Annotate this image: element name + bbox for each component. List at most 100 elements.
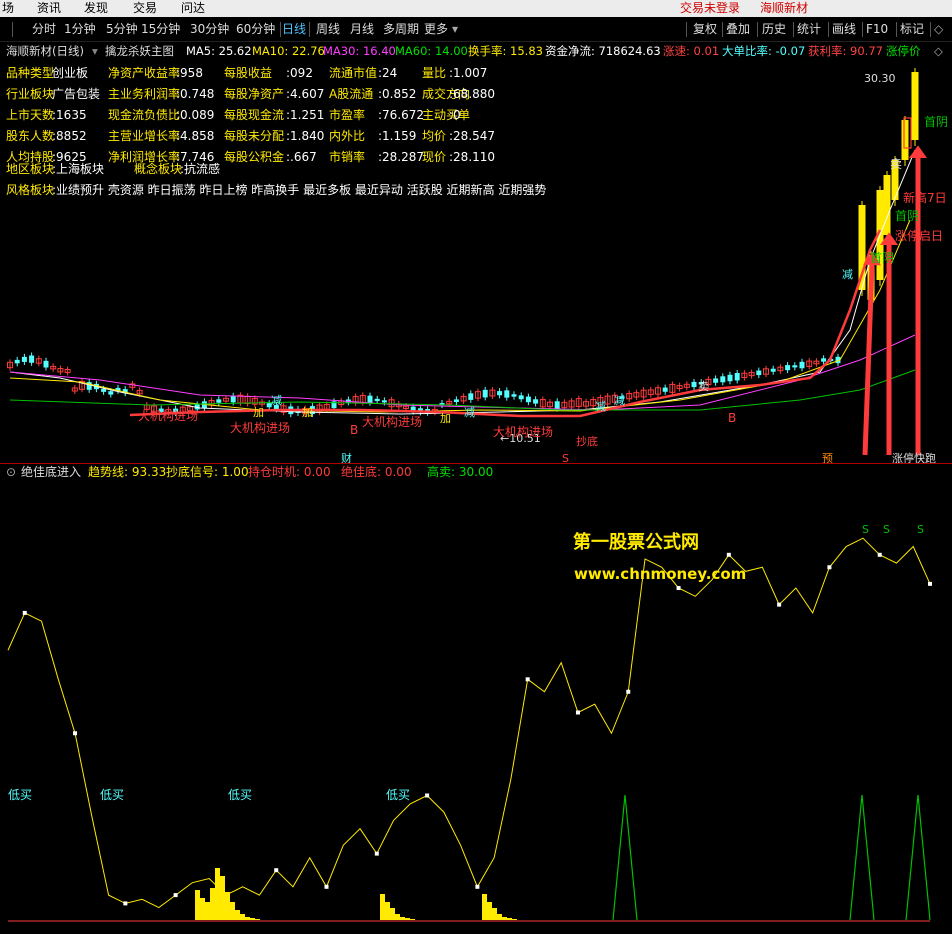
candle [756, 367, 762, 379]
candle [504, 387, 510, 401]
sub-chart[interactable]: 低买 低买 低买 低买 S S S [0, 480, 952, 934]
label-big-fund: 大机构进场 [138, 408, 198, 423]
toolbar-button[interactable]: 画线 [832, 18, 856, 41]
trend-point [324, 884, 329, 889]
candle [14, 356, 20, 367]
ma5-value: MA5: 25.62 [186, 44, 252, 58]
limit-price: 涨停价 [886, 44, 921, 58]
label-add: 加 [302, 406, 313, 419]
period-tab[interactable]: 30分钟 [190, 18, 229, 41]
sub-indicator-header: ⊙ 绝佳底进入 趋势线: 93.33 抄底信号: 1.00 持仓时机: 0.00… [0, 464, 952, 481]
period-tab[interactable]: 分时 [32, 18, 56, 41]
trend-point [425, 793, 430, 798]
trend-point [123, 901, 128, 906]
period-tab[interactable]: 1分钟 [64, 18, 96, 41]
label-big-fund: 大机构进场 [493, 424, 553, 439]
toolbar-separator [828, 22, 829, 37]
profit-ratio-value: 获利率: 90.77 [808, 44, 883, 58]
bottom-signal-bars [380, 894, 415, 920]
trend-point [173, 893, 178, 898]
toolbar-button[interactable]: 复权 [693, 18, 717, 41]
login-status[interactable]: 交易未登录 [680, 0, 740, 17]
candle [748, 369, 755, 379]
toolbar-separator [280, 22, 281, 37]
menu-item[interactable]: 交易 [133, 0, 157, 17]
toolbar-button[interactable]: 历史 [762, 18, 786, 41]
candle [640, 387, 647, 400]
speed-value: 涨速: 0.01 [663, 44, 720, 58]
toolbar-button[interactable]: F10 [866, 18, 888, 41]
bottom-signal-bars [482, 894, 517, 920]
menu-item[interactable]: 场 [2, 0, 14, 17]
turnover-value: 换手率: 15.83 [468, 44, 543, 58]
candle [316, 402, 323, 416]
label-add: 加 [440, 412, 451, 425]
sell-spike [612, 794, 638, 921]
trend-point [777, 602, 782, 607]
period-tab[interactable]: 60分钟 [236, 18, 275, 41]
menu-arrow-icon[interactable]: ◇ [934, 18, 943, 41]
main-chart[interactable]: 30.30←10.51首阴首阴首阴卖卖减减减减减加加加大机构进场大机构进场 大机构… [0, 60, 952, 464]
candle [901, 116, 909, 166]
toolbar-button[interactable]: 叠加 [726, 18, 750, 41]
candle [446, 398, 453, 407]
period-tab[interactable]: 15分钟 [141, 18, 180, 41]
ma30-value: MA30: 16.40 [323, 44, 396, 58]
period-tab[interactable]: 5分钟 [106, 18, 138, 41]
candle [683, 381, 690, 391]
candle [86, 379, 92, 393]
candle [533, 396, 539, 407]
label-big-fund: 大机构进场 [362, 414, 422, 429]
candle [763, 365, 769, 378]
label-first-yin: 首阴 [895, 209, 919, 223]
trend-point [525, 677, 530, 682]
label-first-yin: 首阴 [870, 251, 894, 265]
label-sell: 卖 [698, 380, 709, 393]
menu-bar: 场 资讯 发现 交易 问达 交易未登录 海顺新材 [0, 0, 952, 17]
label-bottom: 抄底 [576, 434, 598, 448]
price-high-label: 30.30 [864, 72, 896, 85]
period-tab[interactable]: 更多 [424, 18, 448, 41]
candle [770, 365, 776, 375]
menu-item[interactable]: 发现 [84, 0, 108, 17]
toolbar-button[interactable]: 统计 [797, 18, 821, 41]
candle [21, 353, 27, 365]
toolbar-button[interactable]: 标记 [900, 18, 924, 41]
trend-point [22, 610, 27, 615]
indicator-name[interactable]: 擒龙杀妖主图 [105, 42, 174, 60]
chevron-down-icon[interactable]: ▾ [92, 42, 98, 60]
period-tab[interactable]: 多周期 [383, 18, 419, 41]
ma60-value: MA60: 14.00 [395, 44, 468, 58]
candle [29, 352, 35, 366]
hold-value: 持仓时机: 0.00 [248, 465, 331, 479]
product-name: 海顺新材 [760, 1, 809, 15]
period-tab[interactable]: 周线 [316, 18, 340, 41]
candle [453, 396, 459, 406]
candle [647, 386, 654, 398]
candle [539, 396, 546, 410]
low-buy-label: 低买 [386, 788, 410, 802]
more-chevron-icon[interactable]: ▾ [452, 18, 458, 41]
toolbar-separator [722, 22, 723, 37]
settings-icon[interactable]: ⊙ [6, 464, 16, 481]
label-add: 加 [253, 406, 264, 419]
trend-point [626, 689, 631, 694]
menu-item[interactable]: 资讯 [37, 0, 61, 17]
label-reduce: 减 [271, 394, 282, 407]
toolbar-separator [930, 22, 931, 37]
period-tab[interactable]: 日线 [282, 18, 306, 41]
label-big-fund: 大机构进场 [230, 420, 290, 435]
sub-indicator-name[interactable]: 绝佳底进入 [21, 464, 81, 481]
candle [547, 399, 553, 410]
period-tab[interactable]: 月线 [350, 18, 374, 41]
candle [64, 366, 71, 376]
toolbar-separator [757, 22, 758, 37]
diamond-icon[interactable]: ◇ [934, 42, 943, 60]
menu-item[interactable]: 问达 [181, 0, 205, 17]
candle [741, 370, 748, 381]
toolbar-separator [12, 22, 13, 37]
trend-point [374, 851, 379, 856]
candle [792, 362, 798, 371]
candle [813, 358, 820, 367]
candle [734, 369, 740, 384]
